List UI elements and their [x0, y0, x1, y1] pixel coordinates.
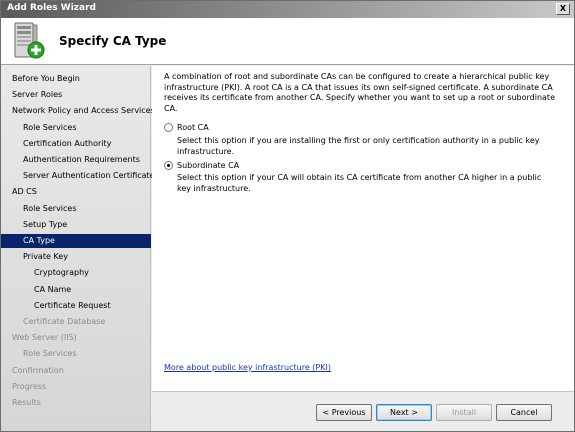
nav-step-private-key[interactable]: Private Key	[23, 250, 68, 264]
nav-step-server-authentication-certificate[interactable]: Server Authentication Certificate	[23, 169, 155, 183]
cancel-button[interactable]: Cancel	[496, 404, 552, 421]
root-ca-label[interactable]: Root CA	[177, 123, 209, 132]
add-roles-wizard-window: Add Roles Wizard X Specify CA Type Befor…	[0, 0, 575, 432]
subordinate-ca-description: Select this option if your CA will obtai…	[177, 173, 542, 193]
nav-step-role-services[interactable]: Role Services	[23, 121, 77, 135]
page-title: Specify CA Type	[59, 34, 167, 48]
title-bar[interactable]: Add Roles Wizard X	[1, 1, 574, 18]
root-ca-description: Select this option if you are installing…	[177, 136, 540, 156]
next-button[interactable]: Next >	[376, 404, 432, 421]
nav-step-certification-authority[interactable]: Certification Authority	[23, 137, 111, 151]
nav-step-server-roles[interactable]: Server Roles	[12, 88, 62, 102]
nav-step-ca-name[interactable]: CA Name	[34, 283, 71, 297]
subordinate-ca-radio[interactable]	[164, 161, 173, 170]
nav-step-setup-type[interactable]: Setup Type	[23, 218, 67, 232]
nav-step-certificate-request[interactable]: Certificate Request	[34, 299, 111, 313]
window-title: Add Roles Wizard	[7, 3, 96, 13]
nav-step-ad-cs[interactable]: AD CS	[12, 185, 37, 199]
nav-step-progress: Progress	[12, 381, 47, 391]
wizard-step-list: Before You Begin Server Roles Network Poli…	[1, 66, 155, 431]
nav-step-before-you-begin[interactable]: Before You Begin	[12, 72, 80, 86]
wizard-footer: < Previous Next > Install Cancel	[152, 391, 574, 431]
nav-step-confirmation: Confirmation	[12, 365, 64, 375]
nav-step-authentication-requirements[interactable]: Authentication Requirements	[23, 153, 140, 167]
install-button[interactable]: Install	[436, 404, 492, 421]
pki-help-link[interactable]: More about public key infrastructure (PK…	[164, 363, 331, 372]
nav-step-role-services[interactable]: Role Services	[23, 202, 77, 216]
nav-step-ca-type[interactable]: CA Type	[1, 234, 151, 248]
wizard-content: A combination of root and subordinate CA…	[152, 66, 574, 391]
previous-button[interactable]: < Previous	[316, 404, 372, 421]
nav-step-cryptography[interactable]: Cryptography	[34, 266, 89, 280]
server-add-role-icon	[14, 22, 45, 59]
nav-step-certificate-database: Certificate Database	[23, 317, 106, 326]
wizard-banner: Specify CA Type	[1, 18, 574, 65]
nav-step-web-server-iis: Web Server (IIS)	[12, 333, 77, 343]
nav-step-results: Results	[12, 398, 41, 407]
nav-step-network-policy-and-access-services[interactable]: Network Policy and Access Services	[12, 104, 155, 118]
subordinate-ca-label[interactable]: Subordinate CA	[177, 161, 239, 170]
nav-step-role-services: Role Services	[23, 349, 77, 359]
root-ca-radio[interactable]	[164, 123, 173, 132]
intro-text: A combination of root and subordinate CA…	[164, 72, 555, 113]
close-icon[interactable]: X	[556, 3, 570, 15]
